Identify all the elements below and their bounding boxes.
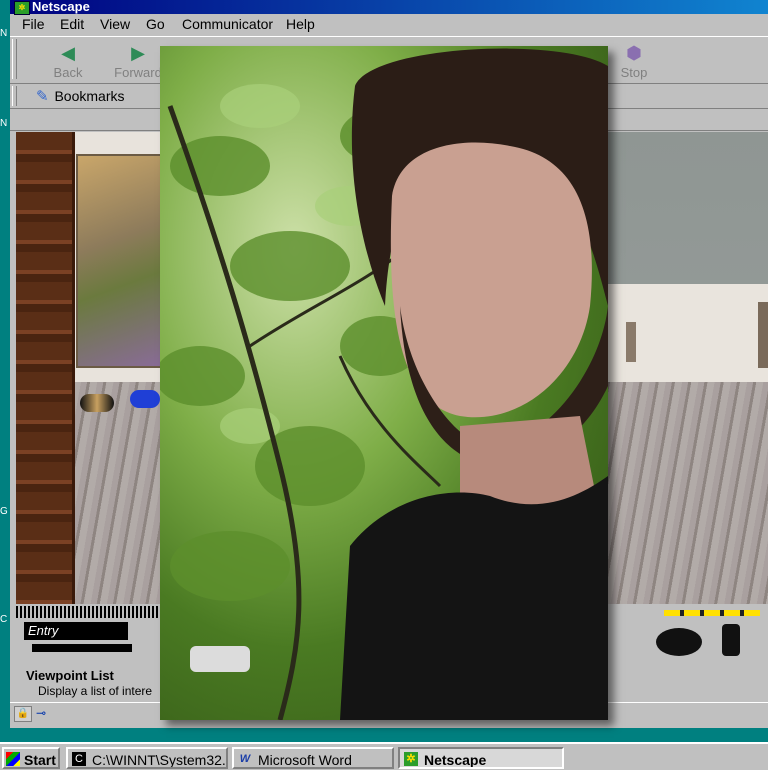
menu-view[interactable]: View: [100, 14, 130, 34]
bookmarks-label: Bookmarks: [54, 88, 125, 104]
scene-small-painting: [626, 322, 636, 362]
security-lock-icon[interactable]: 🔒: [14, 706, 32, 722]
start-button[interactable]: Start: [2, 747, 60, 769]
viewpoint-list-description: Display a list of intere: [38, 684, 153, 698]
menu-bar: File Edit View Go Communicator Help: [10, 14, 768, 34]
window-title: Netscape: [32, 0, 90, 14]
pan-control-icon[interactable]: [722, 624, 740, 656]
forward-label: Forward: [114, 65, 162, 80]
taskbar-item-label: C:\WINNT\System32...: [92, 752, 228, 768]
forward-arrow-icon: ▶: [131, 43, 145, 63]
back-label: Back: [53, 65, 83, 80]
overlay-photo: [160, 46, 608, 720]
stop-label: Stop: [620, 65, 648, 80]
speed-indicator: [664, 610, 760, 616]
back-button[interactable]: ◀ Back: [46, 41, 90, 80]
stop-button[interactable]: ⬢ Stop: [614, 41, 654, 80]
taskbar-item-netscape[interactable]: ✲ Netscape: [398, 747, 564, 769]
taskbar-item-cmd[interactable]: C C:\WINNT\System32...: [66, 747, 228, 769]
menu-communicator[interactable]: Communicator: [182, 14, 273, 34]
command-prompt-icon: C: [72, 752, 86, 766]
vrml-nav-controls: [636, 604, 768, 664]
word-icon: W: [239, 753, 251, 765]
scene-painting: [76, 154, 172, 368]
desktop-icon-label: N: [0, 28, 8, 39]
netscape-logo-icon: ✲: [404, 752, 418, 766]
connection-status-icon: ⊸: [36, 706, 47, 720]
scene-object-capsule: [130, 390, 160, 408]
viewpoint-entry-field[interactable]: Entry: [24, 622, 128, 640]
menu-file[interactable]: File: [22, 14, 45, 34]
toolbar-grip[interactable]: [12, 39, 17, 79]
stop-icon: ⬢: [626, 43, 642, 63]
desktop-icon-label: N: [0, 118, 8, 129]
windows-logo-icon: [6, 752, 20, 766]
panel-pattern: [16, 606, 176, 618]
bookmarks-icon: ✎: [36, 88, 49, 105]
menu-go[interactable]: Go: [146, 14, 165, 34]
title-bar[interactable]: ✲ Netscape: [10, 0, 768, 15]
scene-small-painting: [758, 302, 768, 368]
windows-taskbar: Start C C:\WINNT\System32... W Microsoft…: [0, 742, 768, 770]
start-label: Start: [24, 752, 56, 768]
back-arrow-icon: ◀: [61, 43, 75, 63]
taskbar-item-label: Netscape: [424, 752, 487, 768]
forward-button[interactable]: ▶ Forward: [110, 41, 166, 80]
desktop-icon-label: C: [0, 614, 8, 625]
scene-object-cylinder: [80, 394, 114, 412]
bookmarks-grip[interactable]: [12, 86, 17, 106]
desktop-icon-label: G: [0, 506, 8, 517]
bookmarks-button[interactable]: ✎ Bookmarks: [36, 86, 125, 106]
menu-help[interactable]: Help: [286, 14, 315, 34]
menu-edit[interactable]: Edit: [60, 14, 84, 34]
photo-illustration: [160, 48, 608, 720]
taskbar-item-label: Microsoft Word: [258, 752, 352, 768]
netscape-logo-icon: ✲: [14, 1, 30, 15]
viewpoint-arrows[interactable]: [32, 644, 132, 652]
viewpoint-list-title: Viewpoint List: [26, 668, 114, 683]
scene-wooden-door: [16, 132, 75, 604]
walk-control-icon[interactable]: [656, 628, 702, 656]
taskbar-item-word[interactable]: W Microsoft Word: [232, 747, 394, 769]
